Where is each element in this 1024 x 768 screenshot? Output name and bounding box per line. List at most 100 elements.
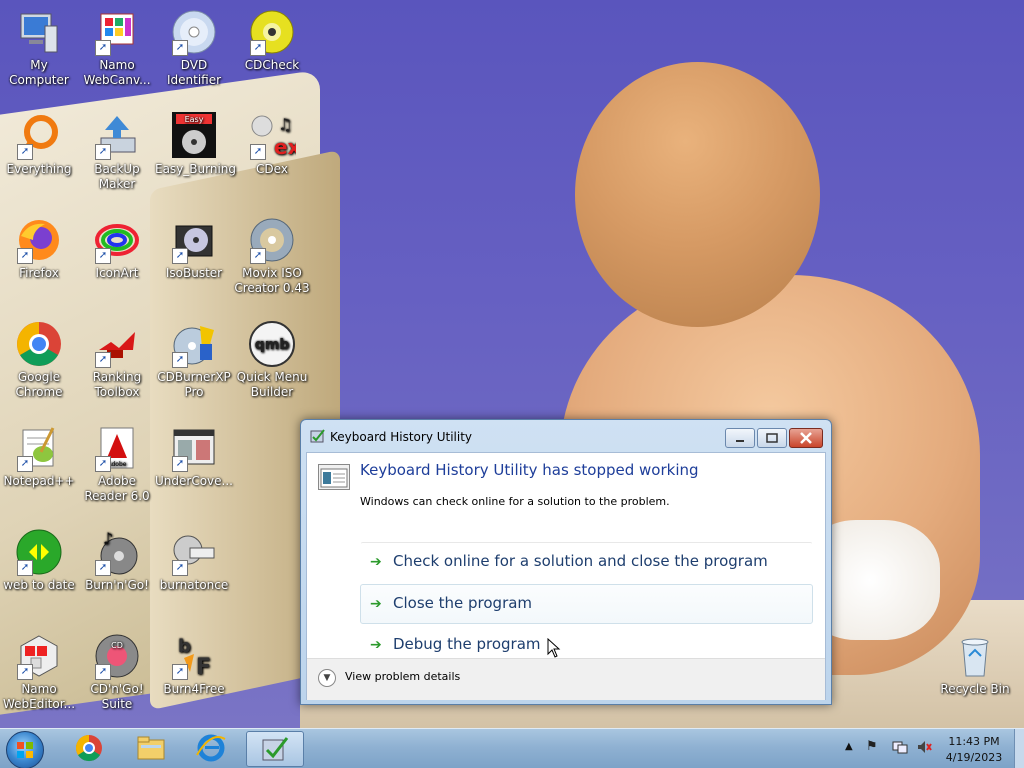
desktop-icon-label: Movix ISO Creator 0.43: [234, 266, 310, 295]
desktop-icon-label: Easy_Burning: [155, 162, 237, 176]
dialog-titlebar[interactable]: Keyboard History Utility: [301, 420, 831, 452]
desktop-icon-label: CD'n'Go! Suite: [90, 682, 144, 711]
qmb-icon: qmb: [248, 320, 296, 368]
desktop-icon-cdcheck[interactable]: ➚ CDCheck: [233, 8, 311, 73]
desktop-icon-cd-n-go-suite[interactable]: CD ➚ CD'n'Go! Suite: [78, 632, 156, 712]
desktop-icon-cdburnerxp[interactable]: ➚ CDBurnerXP Pro: [155, 320, 233, 400]
undercover-icon: ➚: [170, 424, 218, 472]
shortcut-arrow-icon: ➚: [250, 144, 266, 160]
svg-text:♫: ♫: [278, 115, 292, 134]
close-program-option[interactable]: ➔ Close the program: [360, 584, 813, 624]
desktop-icon-quick-menu-builder[interactable]: qmb Quick Menu Builder: [233, 320, 311, 400]
svg-text:♪: ♪: [103, 529, 113, 548]
desktop-icon-web-to-date[interactable]: ➚ web to date: [0, 528, 78, 593]
desktop-icon-ranking-toolbox[interactable]: ➚ Ranking Toolbox: [78, 320, 156, 400]
program-window-icon: [318, 464, 350, 490]
desktop-icon-label: CDex: [256, 162, 288, 176]
desktop-icon-isobuster[interactable]: ➚ IsoBuster: [155, 216, 233, 281]
desktop-icon-namo-webeditor[interactable]: ➚ Namo WebEditor...: [0, 632, 78, 712]
clock-time: 11:43 PM: [948, 735, 1000, 748]
dvd-disc-icon: ➚: [170, 8, 218, 56]
dialog-content: Keyboard History Utility has stopped wor…: [306, 452, 826, 700]
iconart-icon: ➚: [93, 216, 141, 264]
everything-icon: ➚: [15, 112, 63, 160]
shortcut-arrow-icon: ➚: [250, 40, 266, 56]
option-label: Debug the program: [393, 635, 541, 653]
shortcut-arrow-icon: ➚: [95, 352, 111, 368]
shortcut-arrow-icon: ➚: [17, 456, 33, 472]
shortcut-arrow-icon: ➚: [95, 40, 111, 56]
app-check-icon: [310, 428, 326, 444]
taskbar-explorer[interactable]: [123, 731, 179, 765]
qmb-logo-text: qmb: [255, 337, 290, 353]
wallpaper-baby-head: [575, 62, 820, 327]
cdex-logo-text: ex: [274, 135, 296, 159]
desktop-icon-label: Recycle Bin: [940, 682, 1010, 696]
namo-webeditor-icon: ➚: [15, 632, 63, 680]
shortcut-arrow-icon: ➚: [172, 560, 188, 576]
shortcut-arrow-icon: ➚: [95, 664, 111, 680]
shortcut-arrow-icon: ➚: [95, 560, 111, 576]
desktop-icon-firefox[interactable]: ➚ Firefox: [0, 216, 78, 281]
minimize-button[interactable]: [725, 428, 755, 448]
app-check-icon: [262, 737, 289, 761]
shortcut-arrow-icon: ➚: [250, 248, 266, 264]
desktop-icon-iconart[interactable]: ➚ IconArt: [78, 216, 156, 281]
desktop-icon-easy-burning[interactable]: Easy Easy_Burning: [155, 112, 237, 177]
desktop-icon-google-chrome[interactable]: Google Chrome: [0, 320, 78, 400]
desktop-icon-recycle-bin[interactable]: Recycle Bin: [936, 632, 1014, 697]
maximize-button[interactable]: [757, 428, 787, 448]
desktop-icon-namo-webcanvas[interactable]: ➚ Namo WebCanv...: [78, 8, 156, 88]
desktop-icon-undercover[interactable]: ➚ UnderCove...: [155, 424, 233, 489]
isobuster-icon: ➚: [170, 216, 218, 264]
green-arrow-icon: ➔: [370, 554, 382, 570]
view-problem-details-link[interactable]: View problem details: [345, 670, 460, 683]
show-hidden-icons-button[interactable]: ▲: [845, 741, 853, 752]
desktop-icon-everything[interactable]: ➚ Everything: [0, 112, 78, 177]
shortcut-arrow-icon: ➚: [172, 248, 188, 264]
svg-text:b: b: [178, 636, 191, 657]
taskbar-keyboard-history-utility[interactable]: [246, 731, 304, 767]
show-desktop-button[interactable]: [1014, 729, 1024, 768]
action-center-flag-icon[interactable]: ⚑: [866, 739, 882, 755]
check-online-option[interactable]: ➔ Check online for a solution and close …: [360, 542, 813, 582]
desktop-icon-cdex[interactable]: ♫ ex ➚ CDex: [233, 112, 311, 177]
desktop-icon-label: IconArt: [95, 266, 139, 280]
clock-date: 4/19/2023: [945, 751, 1003, 764]
desktop-icon-label: Notepad++: [3, 474, 75, 488]
taskbar-chrome[interactable]: [61, 731, 117, 765]
burn4free-icon: bF ➚: [170, 632, 218, 680]
adobe-reader-icon: Adobe ➚: [93, 424, 141, 472]
desktop-icon-label: CDBurnerXP Pro: [157, 370, 231, 399]
option-label: Check online for a solution and close th…: [393, 552, 768, 570]
shortcut-arrow-icon: ➚: [95, 456, 111, 472]
desktop-icon-dvd-identifier[interactable]: ➚ DVD Identifier: [155, 8, 233, 88]
option-label: Close the program: [393, 594, 533, 612]
taskbar-internet-explorer[interactable]: [183, 731, 239, 765]
desktop-icon-burnatonce[interactable]: ➚ burnatonce: [155, 528, 233, 593]
volume-muted-icon[interactable]: [916, 739, 932, 755]
burnatonce-icon: ➚: [170, 528, 218, 576]
system-clock[interactable]: 11:43 PM 4/19/2023: [940, 734, 1008, 766]
network-icon[interactable]: [892, 739, 908, 755]
desktop-icon-label: Burn'n'Go!: [85, 578, 149, 592]
shortcut-arrow-icon: ➚: [17, 560, 33, 576]
close-button[interactable]: [789, 428, 823, 448]
view-details-toggle[interactable]: ▼: [318, 669, 336, 687]
desktop-icon-label: My Computer: [9, 58, 69, 87]
desktop-icon-label: Burn4Free: [163, 682, 225, 696]
cdex-icon: ♫ ex ➚: [248, 112, 301, 160]
desktop-icon-label: DVD Identifier: [166, 58, 222, 87]
desktop-icon-movix-iso-creator[interactable]: ➚ Movix ISO Creator 0.43: [233, 216, 311, 296]
desktop-icon-burn4free[interactable]: bF ➚ Burn4Free: [155, 632, 233, 697]
desktop-icon-my-computer[interactable]: My Computer: [0, 8, 78, 88]
folder-icon: [137, 736, 165, 760]
easy-burning-logo-text: Easy: [185, 115, 204, 124]
desktop-icon-backup-maker[interactable]: ➚ BackUp Maker: [78, 112, 156, 192]
desktop-icon-burn-n-go[interactable]: ♪ ➚ Burn'n'Go!: [78, 528, 156, 593]
start-button[interactable]: [6, 731, 44, 768]
desktop-icon-notepad-plus-plus[interactable]: ➚ Notepad++: [0, 424, 78, 489]
desktop-icon-adobe-reader[interactable]: Adobe ➚ Adobe Reader 6.0: [78, 424, 156, 504]
desktop-icon-label: burnatonce: [159, 578, 229, 592]
taskbar: ▲ ⚑ 11:43 PM 4/19/2023: [0, 728, 1024, 768]
